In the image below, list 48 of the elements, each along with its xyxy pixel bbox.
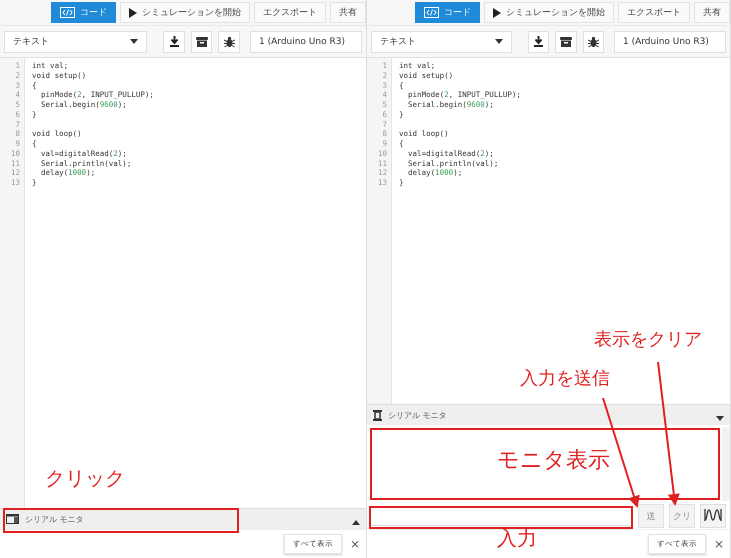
- serial-monitor-bar[interactable]: シリアル モニタ: [0, 508, 366, 529]
- bug-icon: [588, 36, 599, 48]
- library-button[interactable]: [190, 30, 212, 52]
- archive-box-icon: [196, 36, 208, 46]
- bug-icon: [224, 36, 235, 48]
- graph-button[interactable]: [700, 504, 726, 528]
- archive-box-icon: [560, 36, 572, 46]
- waveform-icon: [704, 508, 722, 522]
- play-icon: [493, 8, 501, 18]
- close-button[interactable]: ×: [714, 537, 724, 551]
- toolbar-button[interactable]: エクスポート: [254, 2, 326, 23]
- editor-mode-dropdown[interactable]: テキスト: [371, 30, 512, 52]
- code-tab[interactable]: コード: [415, 2, 480, 23]
- serial-monitor-title: シリアル モニタ: [388, 410, 448, 420]
- toolbar-button[interactable]: エクスポート: [618, 2, 690, 23]
- serial-monitor-title: シリアル モニタ: [25, 514, 85, 524]
- caret-icon: [130, 39, 138, 44]
- start-simulation-button[interactable]: シミュレーションを開始: [484, 2, 614, 23]
- start-simulation-button[interactable]: シミュレーションを開始: [120, 2, 250, 23]
- code-tab[interactable]: コード: [51, 2, 116, 23]
- library-button[interactable]: [555, 30, 577, 52]
- download-button[interactable]: [163, 30, 185, 52]
- annotation-label: 入力を送信: [520, 370, 610, 388]
- download-button[interactable]: [528, 30, 550, 52]
- annotation-label: 入力: [497, 528, 537, 548]
- download-icon: [168, 36, 180, 47]
- toolbar-button[interactable]: 共有: [330, 2, 366, 23]
- annotation-label: クリック: [45, 468, 125, 488]
- annotation-label: 表示をクリア: [594, 331, 702, 349]
- annotation-label: モニタ表示: [497, 450, 610, 472]
- debug-button[interactable]: [218, 30, 240, 52]
- code-icon: [60, 7, 75, 18]
- serial-monitor-bar[interactable]: シリアル モニタ: [367, 404, 730, 425]
- board-dropdown[interactable]: 1 (Arduino Uno R3): [250, 30, 362, 52]
- editor-mode-dropdown[interactable]: テキスト: [4, 30, 148, 52]
- board-dropdown[interactable]: 1 (Arduino Uno R3): [614, 30, 726, 52]
- close-button[interactable]: ×: [350, 537, 360, 551]
- download-icon: [533, 36, 544, 47]
- code-icon: [424, 7, 439, 18]
- caret-icon: [495, 39, 504, 44]
- debug-button[interactable]: [582, 30, 604, 52]
- play-icon: [129, 8, 137, 18]
- caret-icon: [716, 416, 724, 420]
- scrollbar[interactable]: [722, 427, 730, 501]
- toolbar-button[interactable]: 共有: [694, 2, 730, 23]
- caret-icon: [352, 520, 360, 524]
- serial-monitor-icon: [373, 410, 382, 420]
- serial-monitor-icon: [6, 514, 19, 524]
